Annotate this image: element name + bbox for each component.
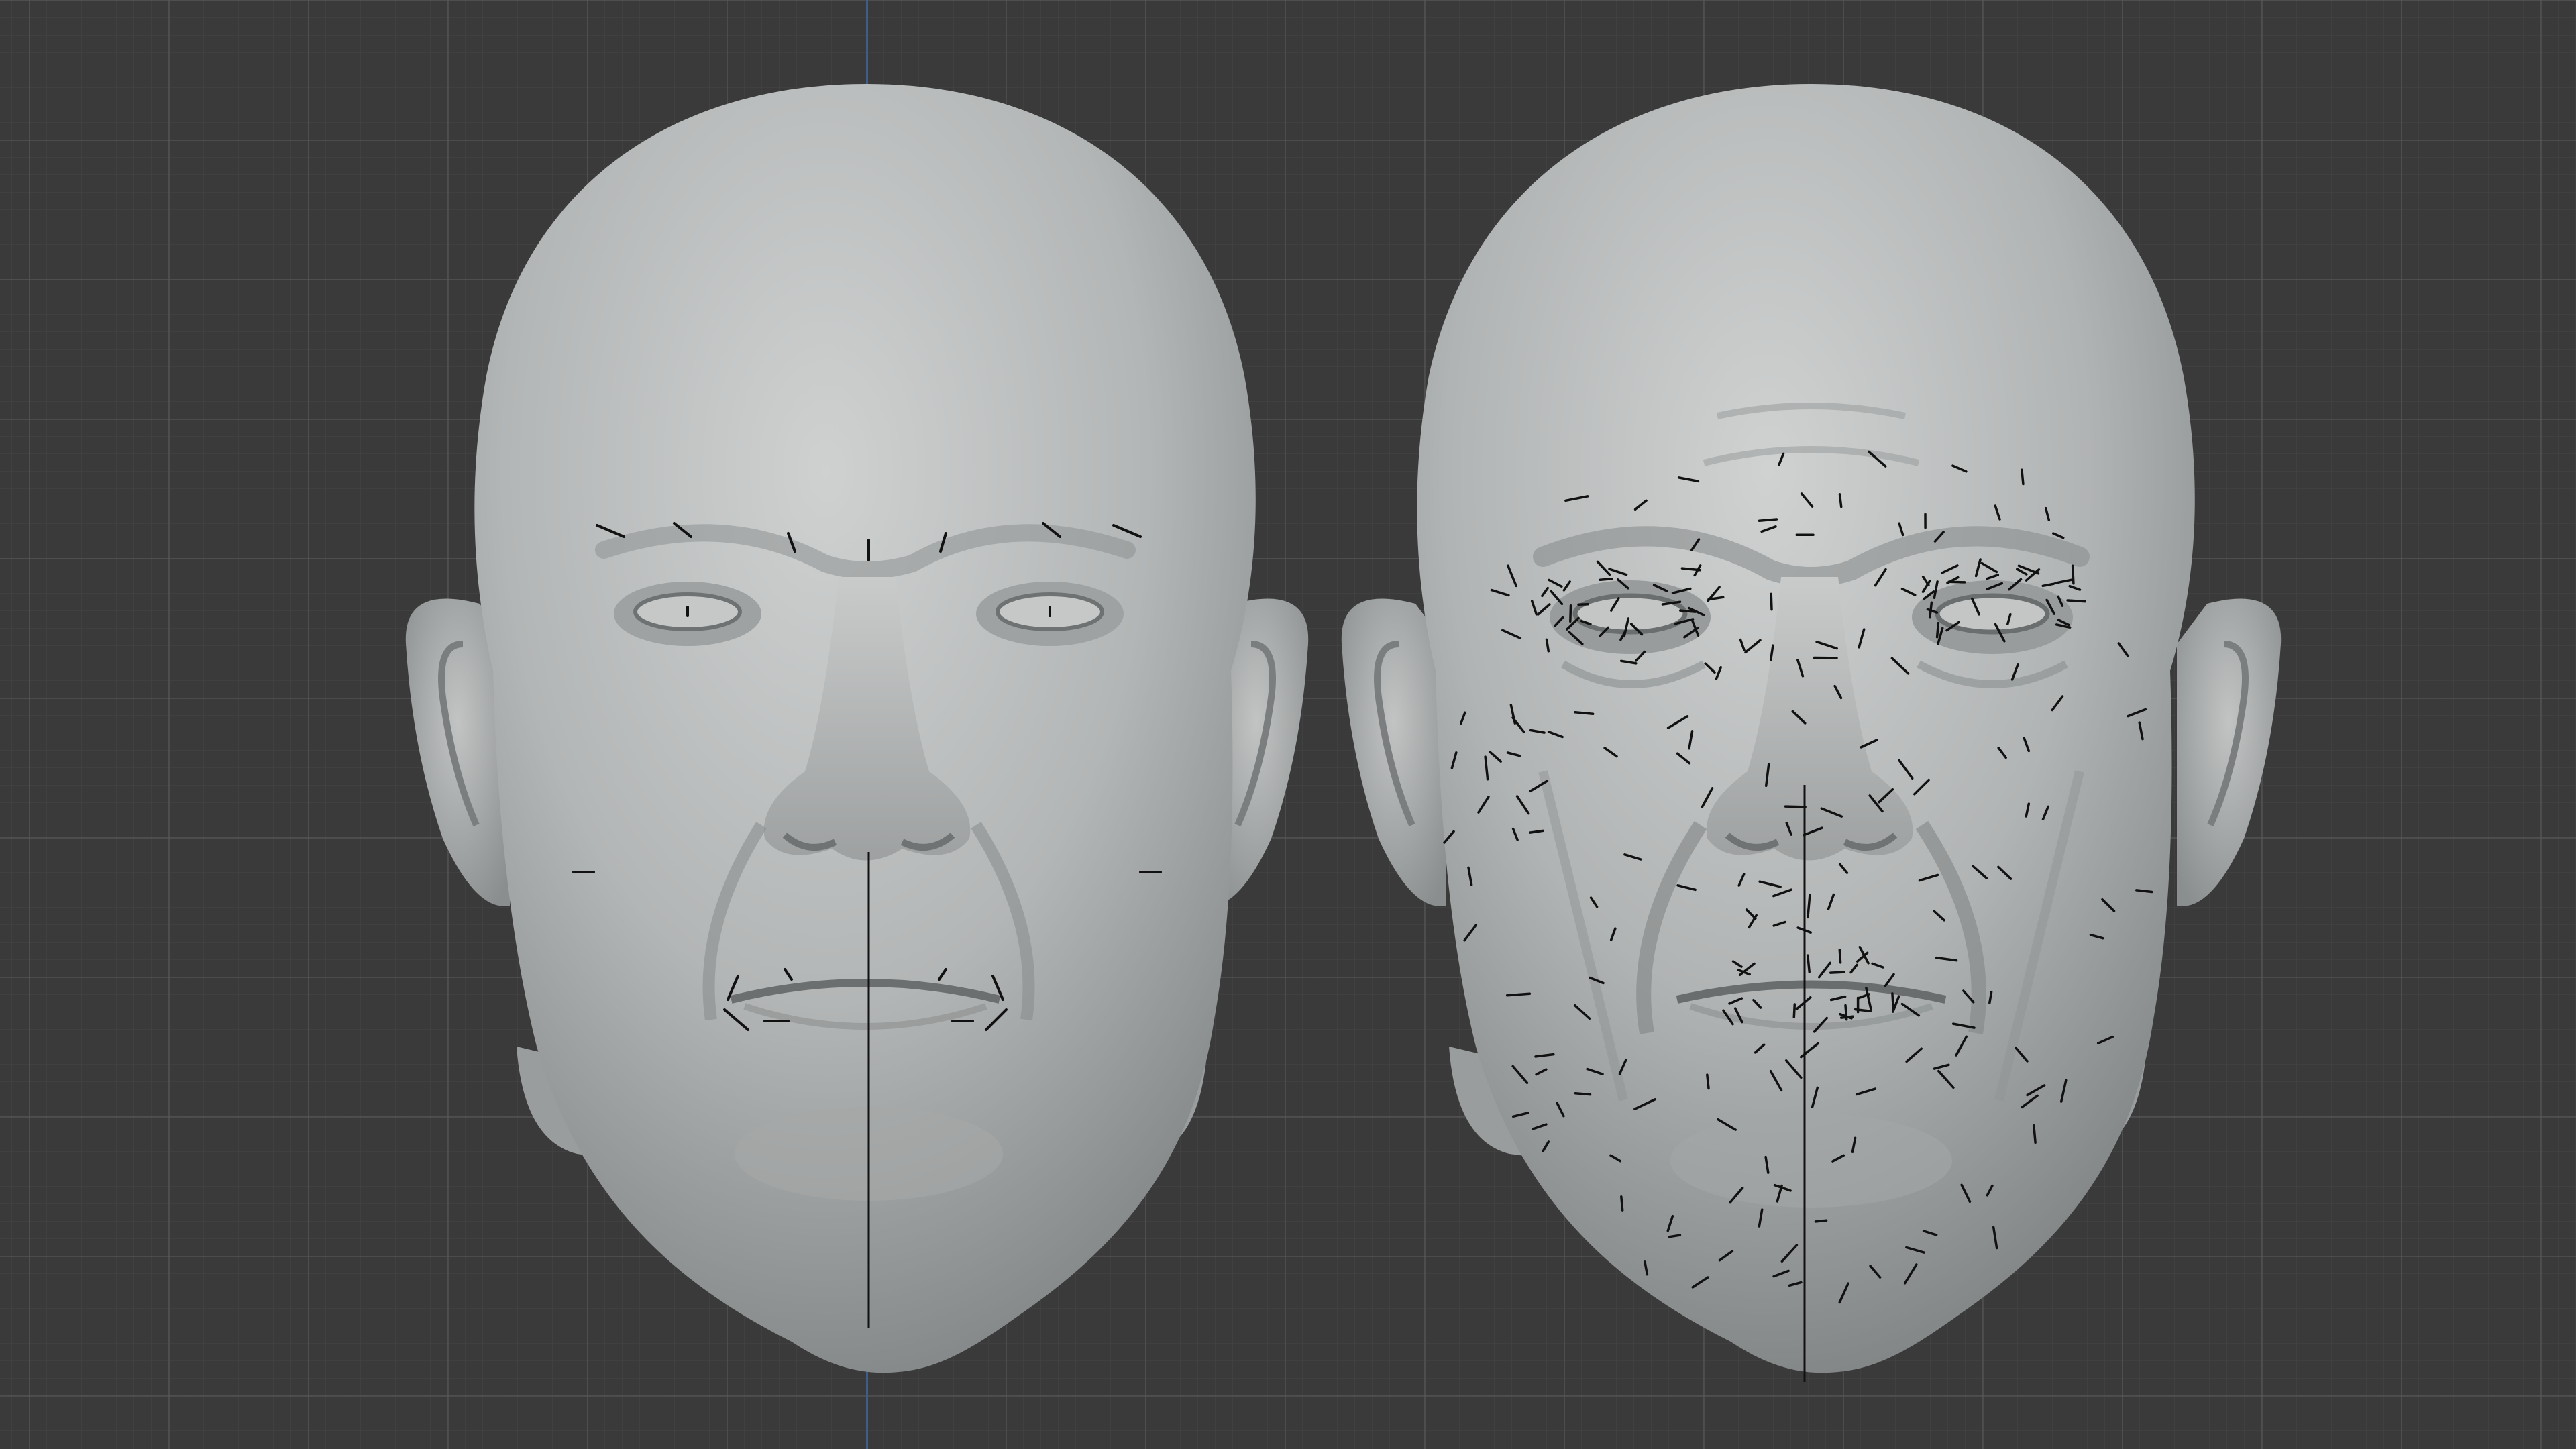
eye-left — [1572, 593, 1688, 635]
head-sparse-bones[interactable] — [405, 84, 1309, 1373]
bone-marker[interactable] — [1935, 621, 1940, 639]
bone-marker[interactable] — [1814, 1219, 1828, 1223]
bone-marker[interactable] — [1806, 954, 1811, 973]
bone-marker[interactable] — [1620, 1195, 1624, 1212]
bone-marker[interactable] — [1569, 604, 1572, 623]
bone-marker[interactable] — [1770, 592, 1773, 611]
bone-marker[interactable] — [1574, 711, 1595, 716]
bone-marker[interactable] — [2071, 564, 2075, 585]
bone-marker[interactable] — [1599, 578, 1613, 582]
bone-marker[interactable] — [1577, 603, 1589, 606]
bone-marker[interactable] — [1784, 805, 1807, 808]
bone-marker[interactable] — [1574, 1092, 1592, 1096]
bone-marker[interactable] — [2033, 1124, 2037, 1144]
bone-marker[interactable] — [1668, 1234, 1682, 1238]
bone-marker[interactable] — [1505, 992, 1532, 997]
bone-marker[interactable] — [1838, 949, 1842, 964]
bone-marker[interactable] — [1829, 971, 1845, 974]
bone-marker[interactable] — [1706, 1073, 1710, 1090]
bone-marker[interactable] — [1758, 518, 1778, 522]
head-dense-bones[interactable] — [1341, 84, 2282, 1382]
3d-viewport[interactable] — [0, 0, 2576, 1449]
bone-marker[interactable] — [2021, 468, 2025, 486]
bone-marker[interactable] — [1838, 493, 1843, 508]
scene-canvas[interactable] — [0, 0, 2576, 1449]
bone-marker[interactable] — [1891, 992, 1895, 1011]
bone-marker[interactable] — [2066, 599, 2086, 603]
